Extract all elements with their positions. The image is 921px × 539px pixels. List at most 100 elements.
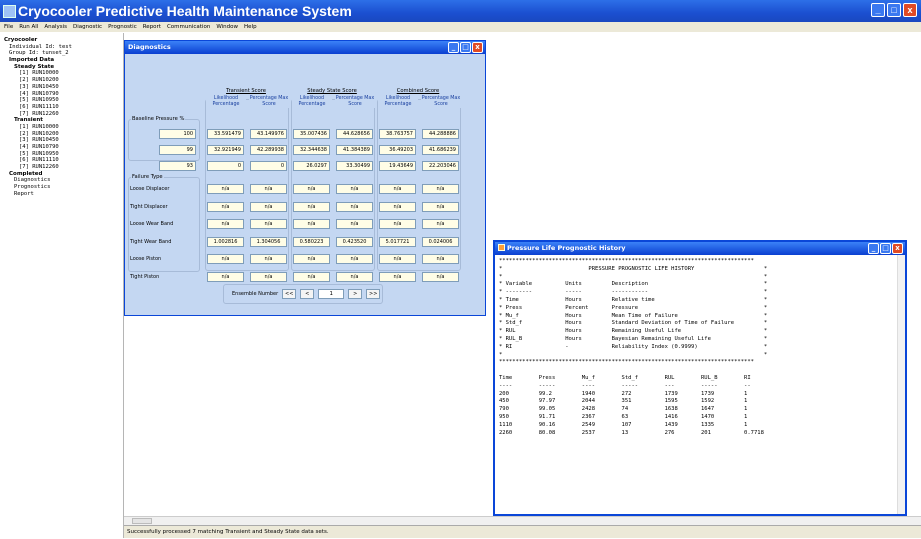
- column-header: Likelihood Percentage: [378, 96, 418, 108]
- plh-title-bar[interactable]: Pressure Life Prognostic History _ □ x: [495, 242, 905, 255]
- tree-node[interactable]: [2] RUN10200: [4, 77, 123, 84]
- tree-node[interactable]: [7] RUN12260: [4, 164, 123, 171]
- failure-score-cell: n/a: [207, 254, 244, 264]
- diag-minimize-button[interactable]: _: [448, 42, 459, 53]
- score-cell: 33.30499: [336, 161, 373, 171]
- column-header: Percentage Max Score: [335, 96, 375, 108]
- failure-score-cell: n/a: [250, 219, 287, 229]
- plh-close-button[interactable]: x: [892, 243, 903, 254]
- failure-score-cell: n/a: [250, 201, 287, 212]
- tree-node[interactable]: [6] RUN11110: [4, 104, 123, 111]
- failure-score-cell: n/a: [336, 219, 373, 229]
- failure-type-name: Loose Wear Band: [130, 221, 174, 227]
- tree-node[interactable]: [5] RUN10950: [4, 151, 123, 158]
- score-cell: 44.288886: [422, 129, 459, 139]
- failure-score-cell: n/a: [207, 271, 244, 282]
- failure-score-cell: n/a: [250, 254, 287, 264]
- window-icon: [498, 244, 505, 251]
- tree-node[interactable]: [1] RUN10000: [4, 70, 123, 77]
- tree-node[interactable]: [2] RUN10200: [4, 131, 123, 138]
- score-cell: 32.921949: [207, 145, 244, 155]
- baseline-pressure-field[interactable]: 100: [159, 129, 196, 139]
- plh-minimize-button[interactable]: _: [868, 243, 879, 254]
- diag-maximize-button[interactable]: □: [460, 42, 471, 53]
- failure-score-cell: 0.580223: [293, 236, 330, 247]
- tree-node[interactable]: [4] RUN10790: [4, 144, 123, 151]
- score-cell: 43.149976: [250, 129, 287, 139]
- menu-item[interactable]: Window: [216, 22, 238, 32]
- menu-item[interactable]: File: [4, 22, 13, 32]
- failure-score-cell: 1.304056: [250, 236, 287, 247]
- score-cell: 26.0297: [293, 161, 330, 171]
- tree-node[interactable]: Steady State: [4, 64, 123, 71]
- tree-node[interactable]: Transient: [4, 117, 123, 124]
- score-group-header: Transient Score: [226, 88, 266, 94]
- failure-score-cell: 0.024006: [422, 236, 459, 247]
- failure-score-cell: 0.423520: [336, 236, 373, 247]
- tree-node[interactable]: [3] RUN10450: [4, 84, 123, 91]
- tree-node[interactable]: [5] RUN10950: [4, 97, 123, 104]
- first-ensemble-button[interactable]: <<: [282, 289, 297, 299]
- failure-score-cell: n/a: [293, 254, 330, 264]
- baseline-label: Baseline Pressure %: [131, 116, 186, 122]
- diag-close-button[interactable]: x: [472, 42, 483, 53]
- score-cell: 42.289938: [250, 145, 287, 155]
- app-icon: [3, 5, 16, 18]
- score-cell: 44.628656: [336, 129, 373, 139]
- failure-score-cell: n/a: [293, 271, 330, 282]
- tree-node[interactable]: Imported Data: [4, 57, 123, 64]
- status-bar: Successfully processed 7 matching Transi…: [124, 525, 921, 538]
- menu-item[interactable]: Diagnostic: [73, 22, 102, 32]
- failure-type-name: Tight Wear Band: [130, 238, 172, 245]
- tree-node[interactable]: Individual Id: test: [4, 44, 123, 51]
- score-cell: 41.686239: [422, 145, 459, 155]
- failure-score-cell: n/a: [250, 271, 287, 282]
- plh-maximize-button[interactable]: □: [880, 243, 891, 254]
- tree-node[interactable]: [6] RUN11110: [4, 157, 123, 164]
- tree-node[interactable]: [7] RUN12260: [4, 111, 123, 118]
- project-tree[interactable]: Cryocooler Individual Id: test Group Id: t…: [0, 33, 124, 538]
- ensemble-label: Ensemble Number: [232, 291, 279, 297]
- failure-type-name: Loose Piston: [130, 256, 162, 262]
- failure-score-cell: n/a: [336, 254, 373, 264]
- menu-item[interactable]: Analysis: [44, 22, 67, 32]
- ensemble-number-field[interactable]: 1: [318, 289, 345, 299]
- plh-vertical-scrollbar[interactable]: [897, 255, 905, 514]
- maximize-button[interactable]: □: [887, 3, 901, 17]
- menu-item[interactable]: Communication: [167, 22, 210, 32]
- tree-node[interactable]: Cryocooler: [4, 37, 123, 44]
- tree-node[interactable]: [3] RUN10450: [4, 137, 123, 144]
- diagnostics-title: Diagnostics: [128, 43, 171, 51]
- baseline-pressure-field[interactable]: 93: [159, 161, 196, 171]
- tree-node[interactable]: Diagnostics: [4, 177, 123, 184]
- prev-ensemble-button[interactable]: <: [300, 289, 315, 299]
- tree-node[interactable]: Completed: [4, 171, 123, 178]
- menu-item[interactable]: Help: [244, 22, 257, 32]
- app-title-bar: Cryocooler Predictive Health Maintenance…: [0, 0, 921, 22]
- scrollbar-thumb[interactable]: [132, 518, 152, 524]
- failure-score-cell: n/a: [422, 271, 459, 282]
- score-cell: 0: [250, 161, 287, 171]
- failure-type-name: Tight Piston: [130, 273, 160, 280]
- tree-node[interactable]: [4] RUN10790: [4, 91, 123, 98]
- tree-node[interactable]: Prognostics: [4, 184, 123, 191]
- minimize-button[interactable]: _: [871, 3, 885, 17]
- diagnostics-title-bar[interactable]: Diagnostics _ □ x: [125, 41, 485, 54]
- menu-item[interactable]: Report: [143, 22, 161, 32]
- failure-score-cell: n/a: [207, 201, 244, 212]
- baseline-pressure-field[interactable]: 99: [159, 145, 196, 155]
- menu-item[interactable]: Run All: [19, 22, 38, 32]
- score-cell: 33.591479: [207, 129, 244, 139]
- menu-item[interactable]: Prognostic: [108, 22, 137, 32]
- horizontal-scrollbar[interactable]: [124, 516, 921, 525]
- failure-score-cell: n/a: [422, 219, 459, 229]
- tree-node[interactable]: Group Id: tunset_2: [4, 50, 123, 57]
- last-ensemble-button[interactable]: >>: [366, 289, 381, 299]
- close-button[interactable]: x: [903, 3, 917, 17]
- tree-node[interactable]: Report: [4, 191, 123, 198]
- next-ensemble-button[interactable]: >: [348, 289, 363, 299]
- diagnostics-window: Diagnostics _ □ x Transient Score Steady …: [124, 40, 486, 316]
- column-header: Percentage Max Score: [421, 96, 461, 108]
- tree-node[interactable]: [1] RUN10000: [4, 124, 123, 131]
- failure-score-cell: n/a: [379, 184, 416, 194]
